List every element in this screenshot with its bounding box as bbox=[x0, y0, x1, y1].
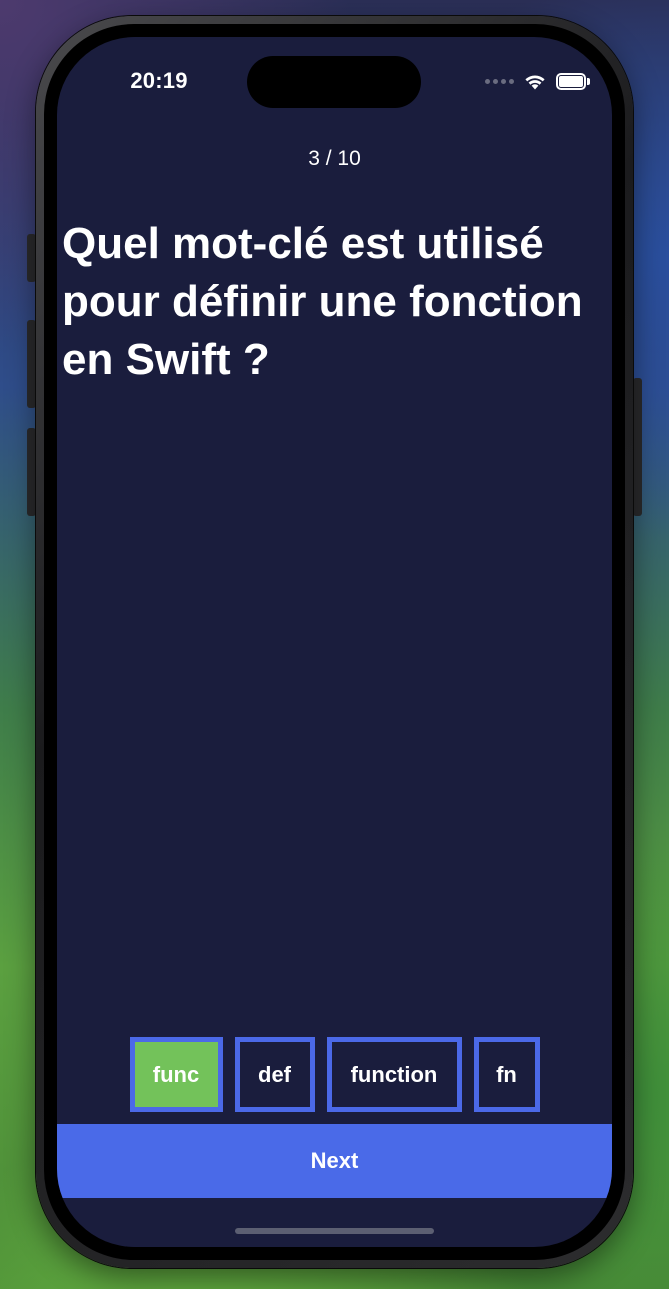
answer-option-func[interactable]: func bbox=[129, 1037, 223, 1112]
question-text: Quel mot-clé est utilisé pour définir un… bbox=[62, 219, 583, 384]
app-screen: 20:19 3 / 10 Quel mot-clé est utilisé po… bbox=[57, 37, 612, 1247]
cellular-signal-icon bbox=[485, 78, 514, 84]
dynamic-island bbox=[247, 56, 421, 108]
wifi-icon bbox=[525, 74, 545, 89]
volume-up-button bbox=[27, 320, 36, 408]
answer-option-fn[interactable]: fn bbox=[473, 1037, 540, 1112]
question-progress: 3 / 10 bbox=[308, 147, 361, 170]
status-time: 20:19 bbox=[130, 68, 188, 93]
action-button bbox=[27, 234, 36, 282]
answer-options: func def function fn bbox=[57, 1037, 612, 1112]
status-bar: 20:19 bbox=[57, 37, 612, 127]
answer-option-function[interactable]: function bbox=[326, 1037, 462, 1112]
answer-option-def[interactable]: def bbox=[234, 1037, 315, 1112]
status-icons bbox=[485, 71, 590, 91]
power-button bbox=[633, 378, 642, 516]
home-indicator[interactable] bbox=[235, 1228, 434, 1234]
next-button[interactable]: Next bbox=[57, 1124, 612, 1198]
battery-icon bbox=[556, 72, 590, 90]
volume-down-button bbox=[27, 428, 36, 516]
